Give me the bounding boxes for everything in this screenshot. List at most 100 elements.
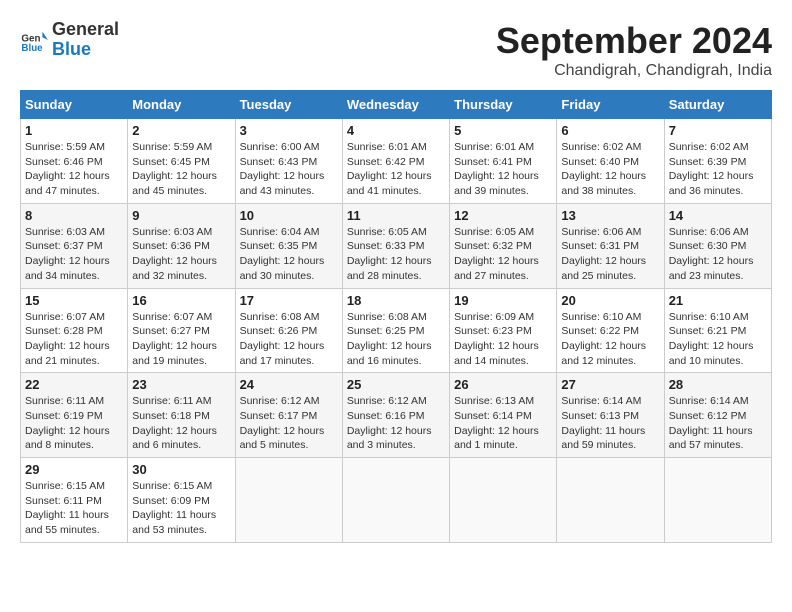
day-info: Sunrise: 6:11 AMSunset: 6:18 PMDaylight:… (132, 394, 230, 453)
day-number: 24 (240, 377, 338, 392)
day-info: Sunrise: 5:59 AMSunset: 6:46 PMDaylight:… (25, 140, 123, 199)
calendar-cell-1-1: 1 Sunrise: 5:59 AMSunset: 6:46 PMDaylight… (21, 119, 128, 204)
day-number: 3 (240, 123, 338, 138)
calendar-cell-2-2: 9Sunrise: 6:03 AMSunset: 6:36 PMDaylight… (128, 203, 235, 288)
day-info: Sunrise: 6:15 AMSunset: 6:09 PMDaylight:… (132, 479, 230, 538)
day-number: 25 (347, 377, 445, 392)
calendar-cell-2-7: 14 Sunrise: 6:06 AMSunset: 6:30 PMDayligh… (664, 203, 771, 288)
day-number: 17 (240, 293, 338, 308)
svg-text:Blue: Blue (21, 43, 43, 54)
day-info: Sunrise: 6:02 AMSunset: 6:39 PMDaylight:… (669, 140, 767, 199)
day-number: 16 (132, 293, 230, 308)
day-info: Sunrise: 6:09 AMSunset: 6:23 PMDaylight:… (454, 310, 552, 369)
day-number: 6 (561, 123, 659, 138)
calendar-cell-1-6: 6 Sunrise: 6:02 AMSunset: 6:40 PMDaylight… (557, 119, 664, 204)
day-number: 23 (132, 377, 230, 392)
day-info: Sunrise: 6:07 AMSunset: 6:27 PMDaylight:… (132, 310, 230, 369)
calendar-cell-1-3: 3Sunrise: 6:00 AMSunset: 6:43 PMDaylight… (235, 119, 342, 204)
day-info: Sunrise: 6:02 AMSunset: 6:40 PMDaylight:… (561, 140, 659, 199)
day-number: 15 (25, 293, 123, 308)
calendar-cell-1-4: 4Sunrise: 6:01 AMSunset: 6:42 PMDaylight… (342, 119, 449, 204)
col-sunday: Sunday (21, 91, 128, 119)
calendar-cell-5-3 (235, 458, 342, 543)
calendar-cell-1-2: 2Sunrise: 5:59 AMSunset: 6:45 PMDaylight… (128, 119, 235, 204)
day-number: 19 (454, 293, 552, 308)
calendar-row-5: 29 Sunrise: 6:15 AMSunset: 6:11 PMDayligh… (21, 458, 772, 543)
calendar-cell-3-7: 21Sunrise: 6:10 AMSunset: 6:21 PMDayligh… (664, 288, 771, 373)
month-title: September 2024 (496, 20, 772, 62)
calendar-cell-2-3: 10 Sunrise: 6:04 AMSunset: 6:35 PMDayligh… (235, 203, 342, 288)
title-area: September 2024 Chandigrah, Chandigrah, I… (496, 20, 772, 80)
day-number: 1 (25, 123, 123, 138)
day-info: Sunrise: 6:12 AMSunset: 6:16 PMDaylight:… (347, 394, 445, 453)
day-number: 5 (454, 123, 552, 138)
day-number: 11 (347, 208, 445, 223)
calendar-cell-4-4: 25 Sunrise: 6:12 AMSunset: 6:16 PMDayligh… (342, 373, 449, 458)
day-info: Sunrise: 6:14 AMSunset: 6:12 PMDaylight:… (669, 394, 767, 453)
day-number: 20 (561, 293, 659, 308)
day-number: 2 (132, 123, 230, 138)
calendar-header-row: Sunday Monday Tuesday Wednesday Thursday… (21, 91, 772, 119)
day-number: 9 (132, 208, 230, 223)
calendar-cell-2-1: 8 Sunrise: 6:03 AMSunset: 6:37 PMDaylight… (21, 203, 128, 288)
calendar-cell-4-1: 22 Sunrise: 6:11 AMSunset: 6:19 PMDayligh… (21, 373, 128, 458)
col-friday: Friday (557, 91, 664, 119)
day-info: Sunrise: 6:05 AMSunset: 6:32 PMDaylight:… (454, 225, 552, 284)
col-wednesday: Wednesday (342, 91, 449, 119)
calendar-cell-5-4 (342, 458, 449, 543)
col-tuesday: Tuesday (235, 91, 342, 119)
calendar-cell-2-4: 11Sunrise: 6:05 AMSunset: 6:33 PMDayligh… (342, 203, 449, 288)
calendar-cell-4-3: 24 Sunrise: 6:12 AMSunset: 6:17 PMDayligh… (235, 373, 342, 458)
calendar-cell-3-6: 20 Sunrise: 6:10 AMSunset: 6:22 PMDayligh… (557, 288, 664, 373)
day-info: Sunrise: 6:10 AMSunset: 6:21 PMDaylight:… (669, 310, 767, 369)
day-info: Sunrise: 6:15 AMSunset: 6:11 PMDaylight:… (25, 479, 123, 538)
logo-blue: Blue (52, 39, 91, 59)
day-info: Sunrise: 6:04 AMSunset: 6:35 PMDaylight:… (240, 225, 338, 284)
day-info: Sunrise: 6:10 AMSunset: 6:22 PMDaylight:… (561, 310, 659, 369)
calendar-cell-1-7: 7 Sunrise: 6:02 AMSunset: 6:39 PMDaylight… (664, 119, 771, 204)
calendar-cell-3-2: 16 Sunrise: 6:07 AMSunset: 6:27 PMDayligh… (128, 288, 235, 373)
calendar-cell-2-6: 13 Sunrise: 6:06 AMSunset: 6:31 PMDayligh… (557, 203, 664, 288)
col-thursday: Thursday (450, 91, 557, 119)
page-header: Gen Blue General Blue September 2024 Cha… (20, 20, 772, 80)
calendar-cell-3-1: 15Sunrise: 6:07 AMSunset: 6:28 PMDayligh… (21, 288, 128, 373)
day-number: 22 (25, 377, 123, 392)
day-number: 14 (669, 208, 767, 223)
day-info: Sunrise: 6:08 AMSunset: 6:25 PMDaylight:… (347, 310, 445, 369)
col-saturday: Saturday (664, 91, 771, 119)
calendar-cell-3-5: 19 Sunrise: 6:09 AMSunset: 6:23 PMDayligh… (450, 288, 557, 373)
calendar-cell-2-5: 12 Sunrise: 6:05 AMSunset: 6:32 PMDayligh… (450, 203, 557, 288)
calendar-cell-1-5: 5Sunrise: 6:01 AMSunset: 6:41 PMDaylight… (450, 119, 557, 204)
day-info: Sunrise: 6:14 AMSunset: 6:13 PMDaylight:… (561, 394, 659, 453)
calendar-cell-3-4: 18 Sunrise: 6:08 AMSunset: 6:25 PMDayligh… (342, 288, 449, 373)
calendar-row-3: 15Sunrise: 6:07 AMSunset: 6:28 PMDayligh… (21, 288, 772, 373)
calendar-cell-5-2: 30Sunrise: 6:15 AMSunset: 6:09 PMDayligh… (128, 458, 235, 543)
day-number: 7 (669, 123, 767, 138)
day-info: Sunrise: 6:13 AMSunset: 6:14 PMDaylight:… (454, 394, 552, 453)
day-number: 10 (240, 208, 338, 223)
location: Chandigrah, Chandigrah, India (496, 62, 772, 80)
day-info: Sunrise: 6:06 AMSunset: 6:30 PMDaylight:… (669, 225, 767, 284)
calendar-body: 1 Sunrise: 5:59 AMSunset: 6:46 PMDaylight… (21, 119, 772, 543)
calendar-cell-5-5 (450, 458, 557, 543)
calendar-cell-5-7 (664, 458, 771, 543)
day-number: 12 (454, 208, 552, 223)
day-info: Sunrise: 6:08 AMSunset: 6:26 PMDaylight:… (240, 310, 338, 369)
day-number: 18 (347, 293, 445, 308)
logo-icon: Gen Blue (20, 26, 48, 54)
day-number: 28 (669, 377, 767, 392)
day-number: 29 (25, 462, 123, 477)
day-info: Sunrise: 6:11 AMSunset: 6:19 PMDaylight:… (25, 394, 123, 453)
day-info: Sunrise: 6:12 AMSunset: 6:17 PMDaylight:… (240, 394, 338, 453)
col-monday: Monday (128, 91, 235, 119)
calendar-cell-3-3: 17 Sunrise: 6:08 AMSunset: 6:26 PMDayligh… (235, 288, 342, 373)
logo-text: General Blue (52, 20, 119, 60)
day-info: Sunrise: 6:03 AMSunset: 6:37 PMDaylight:… (25, 225, 123, 284)
calendar-cell-5-1: 29 Sunrise: 6:15 AMSunset: 6:11 PMDayligh… (21, 458, 128, 543)
day-info: Sunrise: 6:06 AMSunset: 6:31 PMDaylight:… (561, 225, 659, 284)
day-number: 8 (25, 208, 123, 223)
calendar-row-1: 1 Sunrise: 5:59 AMSunset: 6:46 PMDaylight… (21, 119, 772, 204)
day-number: 13 (561, 208, 659, 223)
day-number: 26 (454, 377, 552, 392)
calendar-cell-5-6 (557, 458, 664, 543)
